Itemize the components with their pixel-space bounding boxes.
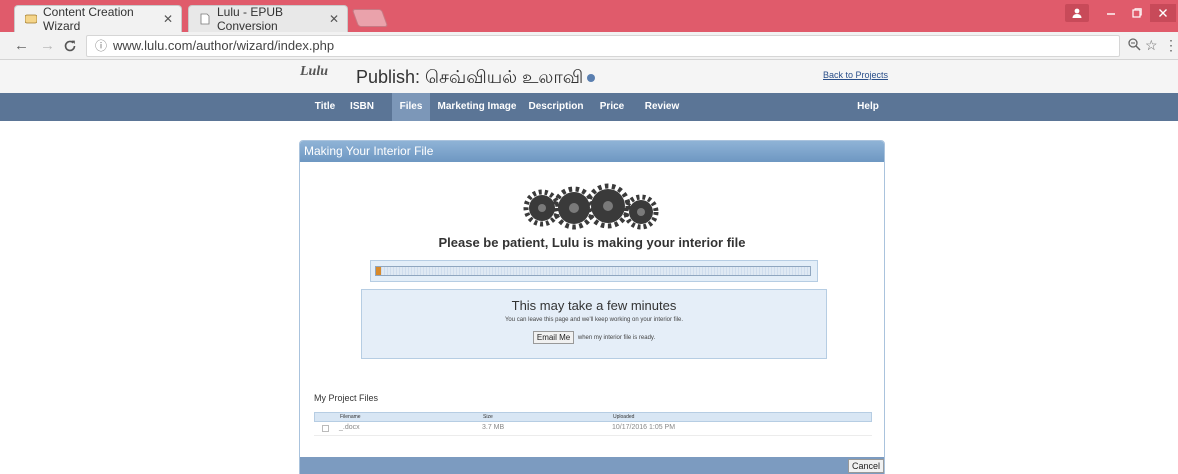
- nav-isbn[interactable]: ISBN: [346, 93, 378, 121]
- progress-fill: [376, 267, 382, 275]
- lulu-logo[interactable]: Lulu: [300, 64, 328, 80]
- new-tab-button[interactable]: [351, 9, 389, 27]
- col-filename: Filename: [340, 414, 361, 420]
- email-me-button[interactable]: Email Me: [532, 331, 575, 344]
- progress-bar: [370, 260, 818, 282]
- wizard-nav: Title ISBN Files Marketing Image Descrip…: [0, 93, 1178, 121]
- page-icon: [199, 13, 211, 25]
- file-uploaded: 10/17/2016 1:05 PM: [612, 424, 676, 431]
- info-box: This may take a few minutes You can leav…: [361, 289, 827, 359]
- user-profile-icon[interactable]: [1065, 4, 1089, 22]
- patient-message: Please be patient, Lulu is making your i…: [438, 235, 746, 250]
- zoom-icon[interactable]: [1128, 38, 1141, 54]
- info-subtext: You can leave this page and we'll keep w…: [504, 317, 684, 323]
- help-dot-icon[interactable]: [587, 74, 596, 83]
- close-window-icon[interactable]: [1150, 4, 1176, 22]
- nav-description[interactable]: Description: [524, 93, 588, 121]
- row-checkbox[interactable]: [322, 425, 329, 432]
- lulu-favicon-icon: [24, 13, 38, 25]
- tab-close-icon[interactable]: ✕: [323, 12, 339, 26]
- back-to-projects-link[interactable]: Back to Projects: [823, 70, 888, 80]
- nav-review[interactable]: Review: [640, 93, 684, 121]
- page-title: Publish: செவ்வியல் உலாவி: [356, 67, 596, 90]
- minimize-icon[interactable]: [1098, 4, 1124, 22]
- panel-heading: Making Your Interior File: [300, 141, 884, 162]
- info-title: This may take a few minutes: [511, 298, 677, 313]
- progress-track: [375, 266, 811, 276]
- file-size: 3.7 MB: [482, 424, 505, 431]
- maximize-icon[interactable]: [1124, 4, 1150, 22]
- interior-file-panel: Making Your Interior File Please be pati…: [299, 140, 885, 474]
- tab-title: Content Creation Wizard: [43, 5, 134, 33]
- cancel-button[interactable]: Cancel: [848, 459, 885, 473]
- file-name: _.docx: [339, 424, 360, 431]
- nav-files[interactable]: Files: [392, 93, 430, 121]
- reload-icon[interactable]: [63, 37, 77, 58]
- table-row[interactable]: _.docx 3.7 MB 10/17/2016 1:05 PM: [314, 422, 872, 436]
- panel-footer: [300, 457, 884, 474]
- tab-close-icon[interactable]: ✕: [157, 12, 173, 26]
- site-info-icon[interactable]: ⓘ: [95, 39, 107, 53]
- nav-price[interactable]: Price: [595, 93, 629, 121]
- project-files-table: Filename Size Uploaded _.docx 3.7 MB 10/…: [314, 412, 872, 436]
- forward-arrow-icon[interactable]: →: [40, 37, 55, 55]
- nav-help[interactable]: Help: [852, 93, 884, 121]
- nav-title[interactable]: Title: [308, 93, 342, 121]
- browser-menu-icon[interactable]: ⋮: [1164, 37, 1178, 54]
- browser-tab-inactive[interactable]: Lulu - EPUB Conversion ✕: [188, 5, 348, 33]
- tab-title: Lulu - EPUB Conversion: [217, 5, 284, 33]
- nav-marketing-image[interactable]: Marketing Image: [437, 93, 517, 121]
- project-files-title: My Project Files: [314, 393, 379, 403]
- email-row: Email Me when my interior file is ready.: [362, 331, 826, 344]
- gears-icon: [523, 183, 659, 230]
- url-input[interactable]: ⓘ www.lulu.com/author/wizard/index.php: [86, 35, 1120, 57]
- bookmark-star-icon[interactable]: ☆: [1145, 37, 1158, 54]
- browser-titlebar: Content Creation Wizard ✕ Lulu - EPUB Co…: [0, 0, 1178, 33]
- email-suffix: when my interior file is ready.: [577, 335, 656, 342]
- browser-tab-active[interactable]: Content Creation Wizard ✕: [14, 5, 182, 33]
- back-arrow-icon[interactable]: ←: [14, 37, 29, 55]
- col-uploaded: Uploaded: [613, 414, 635, 420]
- publish-title-text: Publish: செவ்வியல் உலாவி: [356, 67, 584, 87]
- address-bar: ← → ⓘ www.lulu.com/author/wizard/index.ph…: [0, 32, 1178, 60]
- col-size: Size: [483, 414, 493, 420]
- files-header-row: Filename Size Uploaded: [314, 412, 872, 422]
- url-text: www.lulu.com/author/wizard/index.php: [113, 38, 335, 53]
